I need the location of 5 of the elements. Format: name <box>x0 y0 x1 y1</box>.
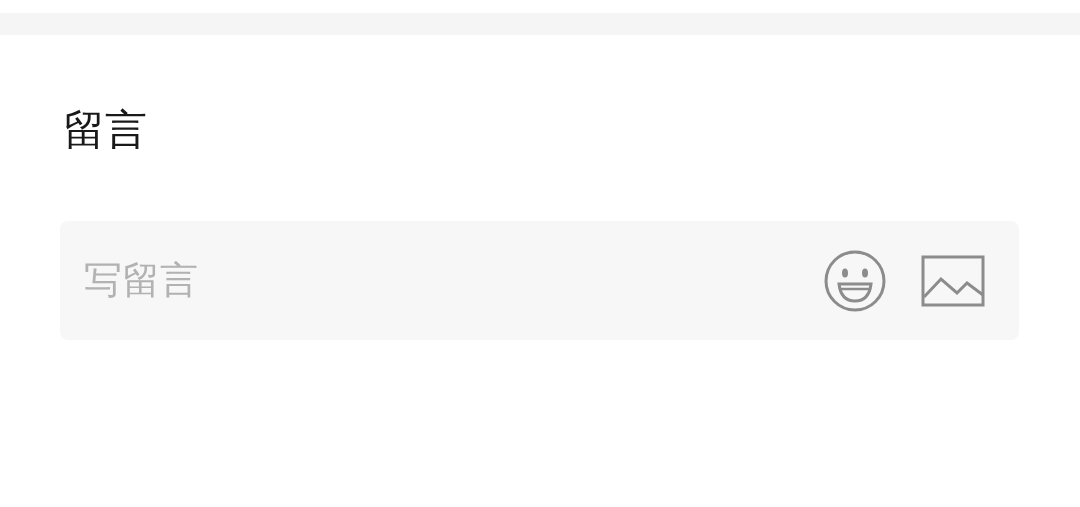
image-icon[interactable] <box>921 254 985 307</box>
comment-bar[interactable]: 写留言 <box>60 221 1019 341</box>
emoji-icon[interactable] <box>823 248 887 313</box>
comment-field[interactable]: 写留言 <box>84 252 823 310</box>
section-title: 留言 <box>63 107 148 154</box>
